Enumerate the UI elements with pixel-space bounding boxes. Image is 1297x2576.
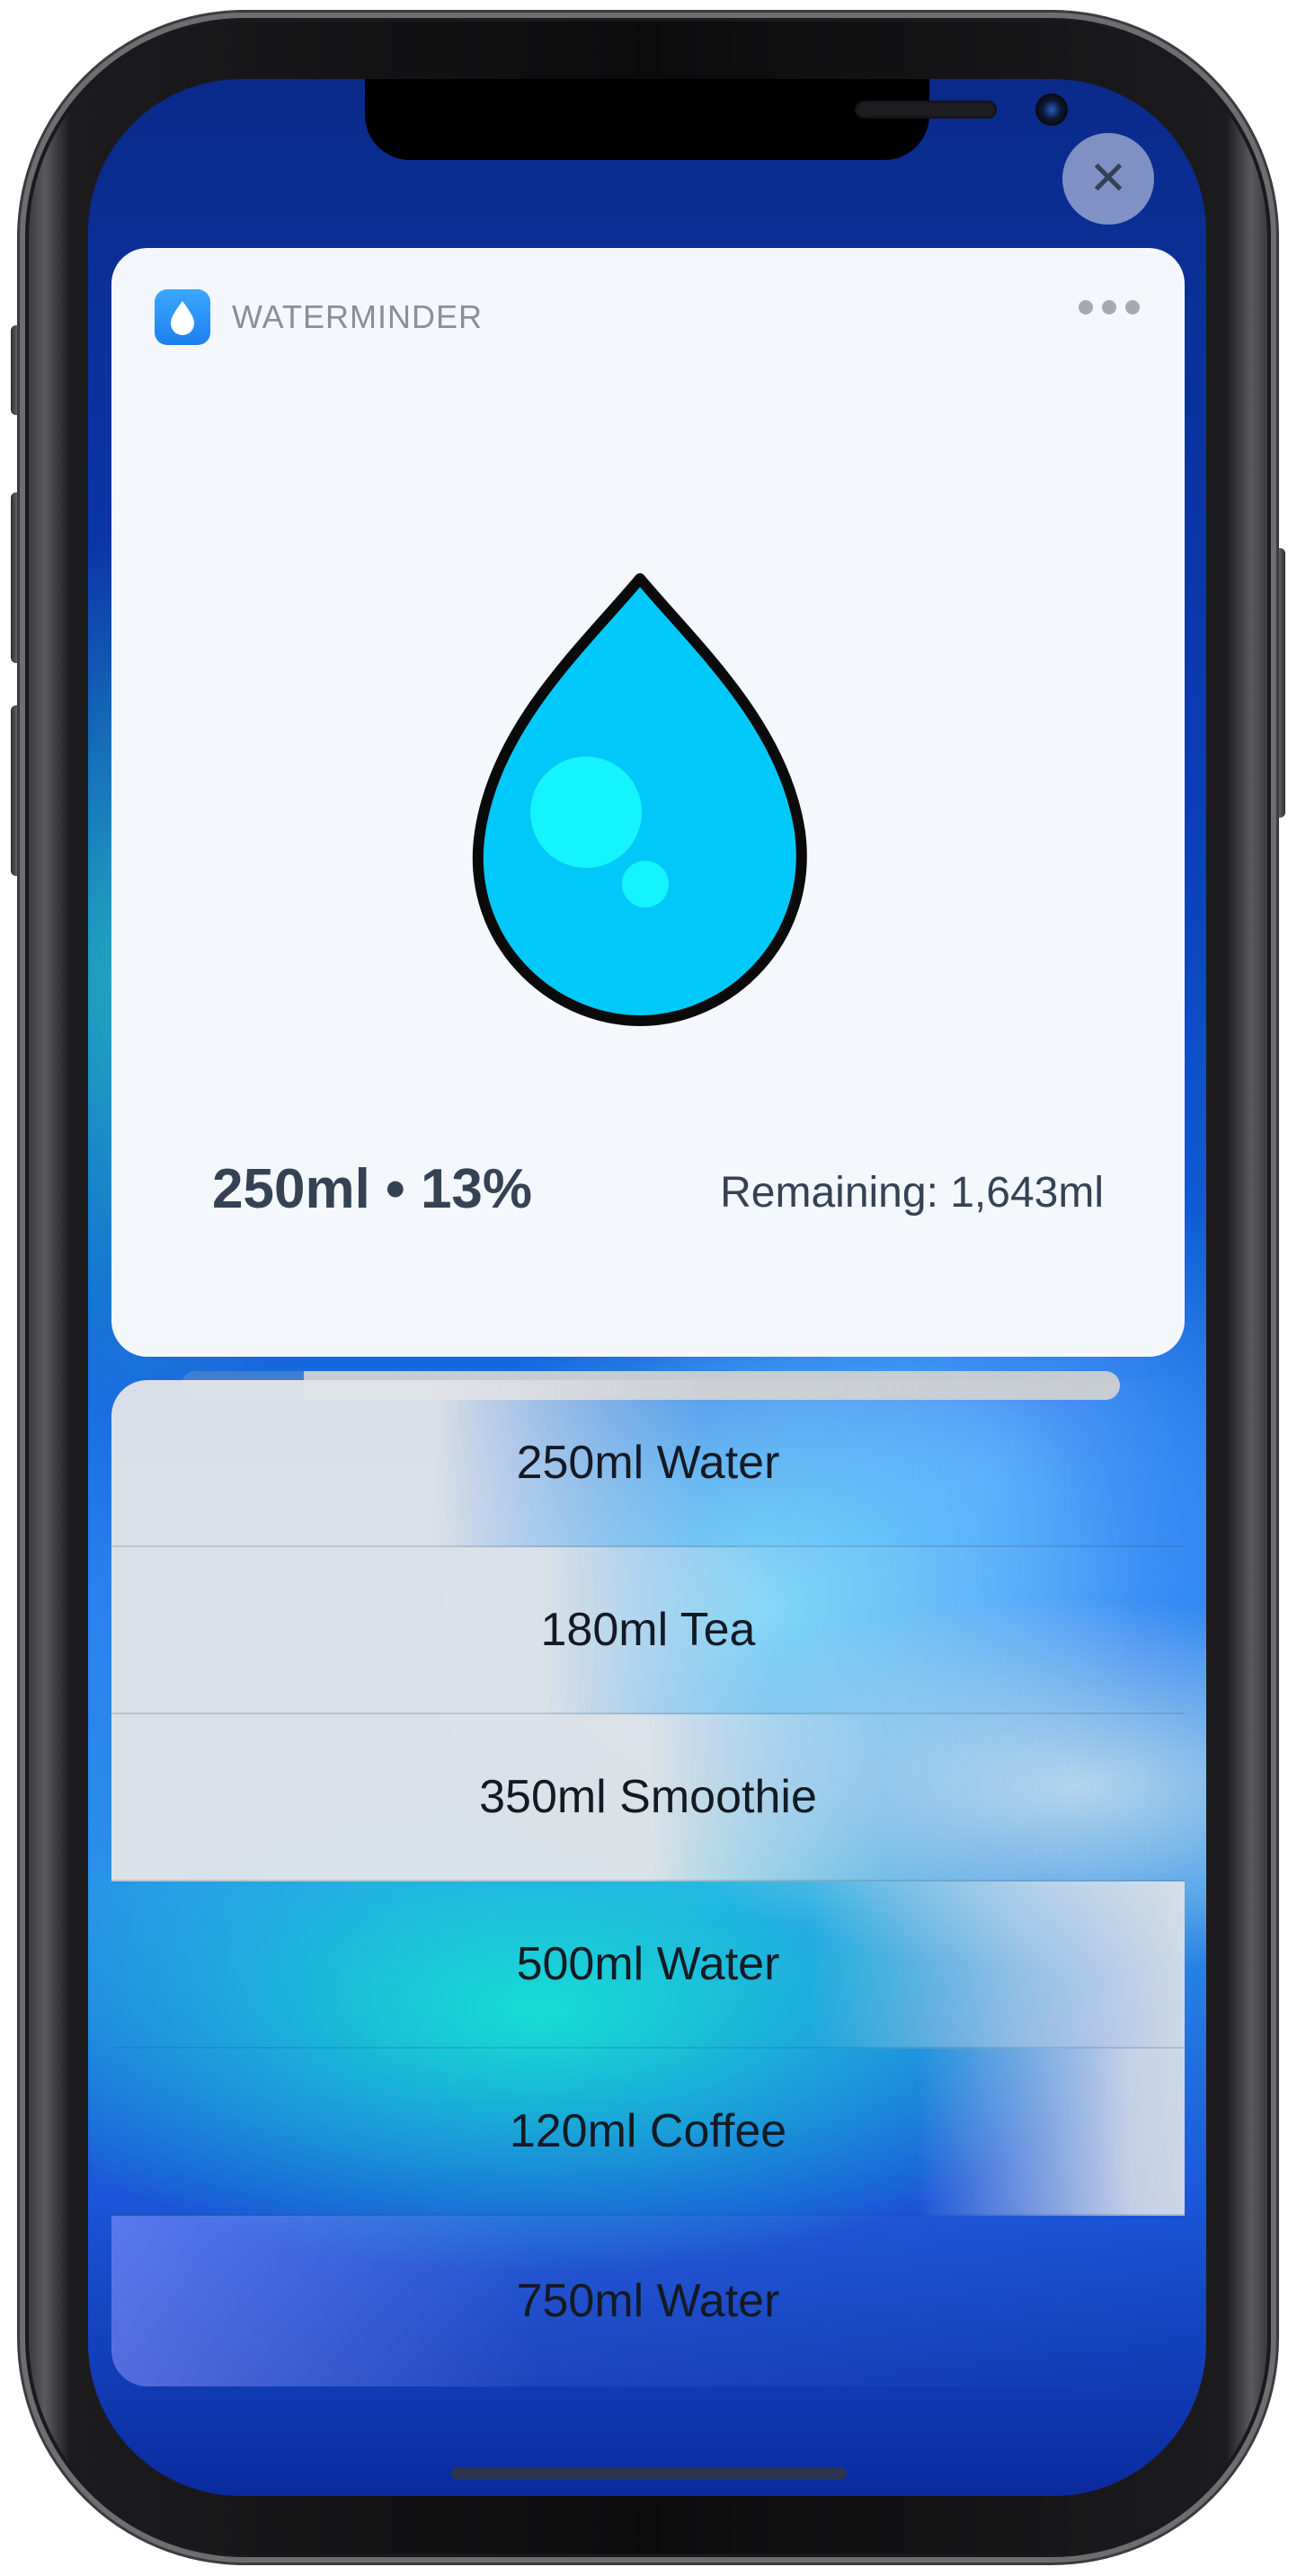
home-screen: ✕ WATERMINDER 250ml • 13% Remaining: 1,6… [88,79,1206,2496]
device-mockup: ✕ WATERMINDER 250ml • 13% Remaining: 1,6… [0,0,1297,2576]
quick-action-item[interactable]: 180ml Tea [111,1547,1185,1714]
more-dots-icon[interactable] [1079,300,1140,314]
quick-action-label: 350ml Smoothie [479,1771,817,1823]
quick-action-label: 750ml Water [516,2275,780,2327]
earpiece-speaker [855,101,997,119]
quick-action-label: 500ml Water [516,1938,780,1990]
quick-action-item[interactable]: 500ml Water [111,1881,1185,2049]
close-button[interactable]: ✕ [1062,133,1154,225]
close-icon: ✕ [1088,153,1128,205]
quick-action-label: 120ml Coffee [509,2105,787,2157]
quick-action-label: 250ml Water [516,1437,780,1489]
water-drop-icon [155,289,210,345]
quick-action-list: 250ml Water 180ml Tea 350ml Smoothie 500… [111,1380,1185,2386]
quick-action-item[interactable]: 250ml Water [111,1380,1185,1547]
app-name: WATERMINDER [232,298,483,335]
notch [365,79,1068,160]
quick-action-item[interactable]: 120ml Coffee [111,2049,1185,2216]
quick-action-label: 180ml Tea [540,1604,756,1656]
intake-summary: 250ml • 13% [212,1158,533,1220]
waterminder-widget[interactable]: WATERMINDER 250ml • 13% Remaining: 1,643… [111,248,1185,1400]
home-indicator[interactable] [451,2467,847,2480]
quick-action-item[interactable]: 750ml Water [111,2216,1185,2386]
quick-action-item[interactable]: 350ml Smoothie [111,1714,1185,1881]
water-drop-illustration[interactable] [460,571,820,1030]
front-camera [1035,93,1068,126]
remaining-amount: Remaining: 1,643ml [720,1169,1104,1217]
